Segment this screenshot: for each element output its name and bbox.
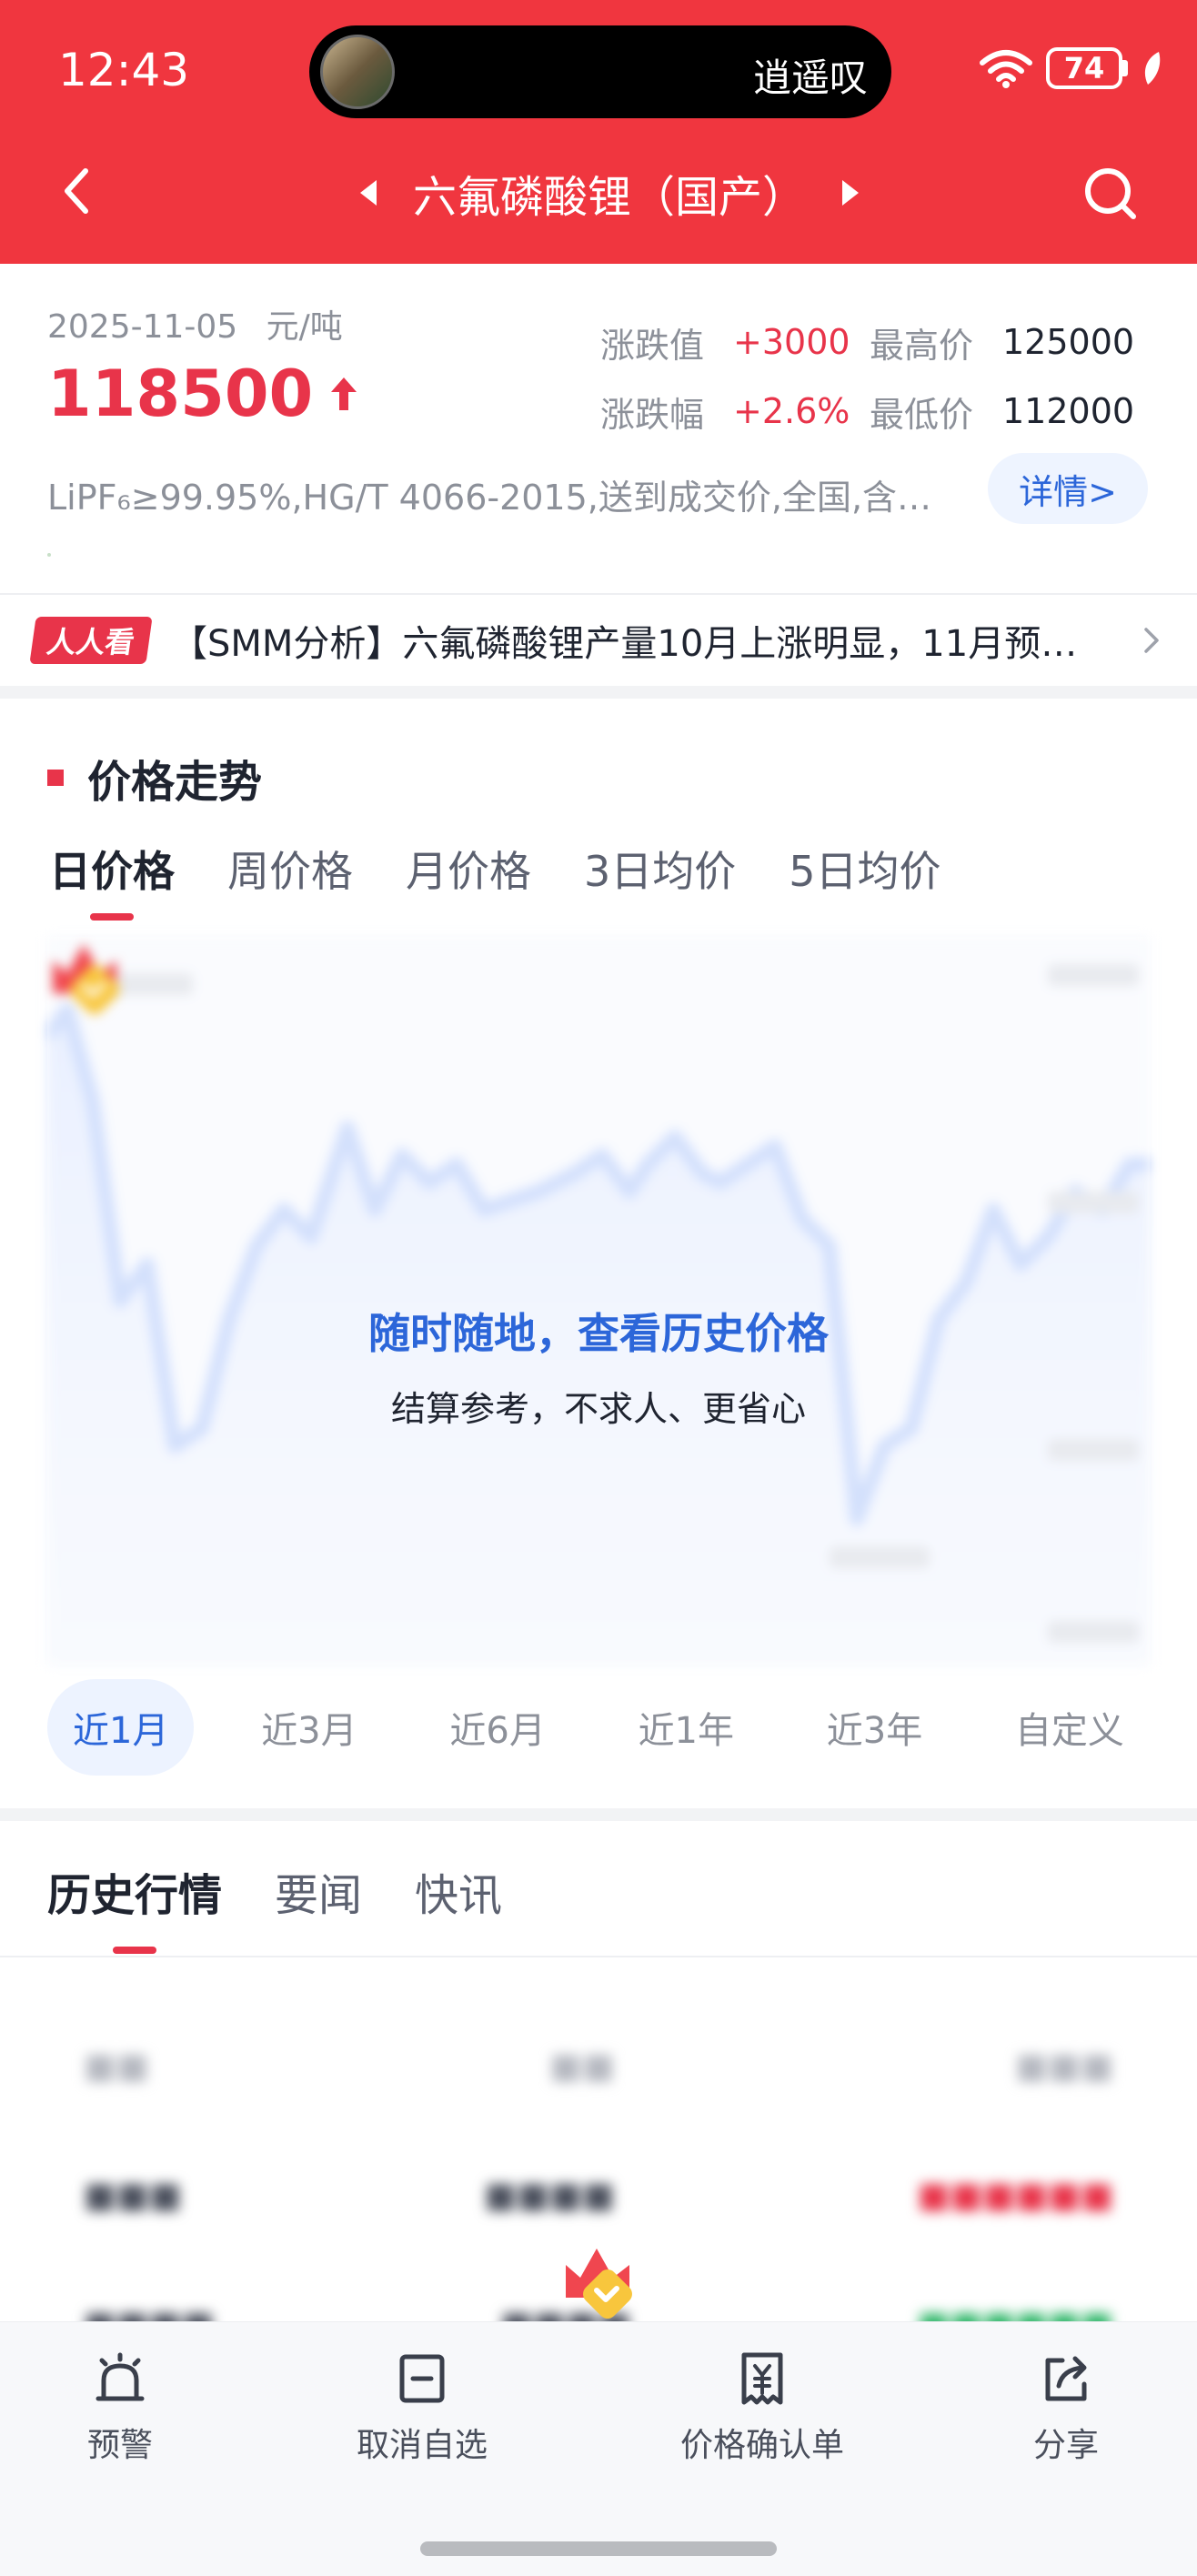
tab-daily-price[interactable]: 日价格 <box>49 839 175 921</box>
ticker-headline[interactable]: 【SMM分析】六氟磷酸锂产量10月上涨明显，11月预… <box>171 614 1126 667</box>
tab-flash[interactable]: 快讯 <box>415 1859 502 1954</box>
share-button[interactable]: 分享 <box>1033 2350 1099 2466</box>
back-icon[interactable] <box>55 164 100 218</box>
history-tabs: 历史行情 要闻 快讯 <box>47 1859 555 1954</box>
range-3m[interactable]: 近3月 <box>236 1679 382 1776</box>
section-marker <box>47 770 64 786</box>
stats-row-1: 涨跌值 +3000 最高价 125000 <box>600 307 1134 377</box>
blur-cell: ■■■■ <box>484 2175 615 2215</box>
range-tabs: 近1月 近3月 近6月 近1年 近3年 自定义 <box>47 1679 1150 1776</box>
alert-button[interactable]: 预警 <box>87 2350 153 2466</box>
leaf-icon <box>1144 52 1161 85</box>
prev-item-icon[interactable] <box>359 180 377 206</box>
status-time: 12:43 <box>58 44 190 96</box>
low-value: 112000 <box>1002 391 1135 431</box>
tab-5day-avg[interactable]: 5日均价 <box>789 839 940 921</box>
change-label: 涨跌值 <box>600 325 705 366</box>
arrow-up-icon <box>331 377 357 410</box>
promo-title[interactable]: 随时随地，查看历史价格 <box>47 1301 1150 1361</box>
news-ticker[interactable]: 人人看 【SMM分析】六氟磷酸锂产量10月上涨明显，11月预… <box>0 595 1197 686</box>
price-confirm-icon <box>741 2352 783 2405</box>
detail-button[interactable]: 详情> <box>988 453 1148 524</box>
trend-header: 价格走势 <box>47 746 262 810</box>
dynamic-island[interactable]: 逍遥叹 <box>309 25 891 118</box>
price-summary: 2025-11-05 元/吨 118500 涨跌值 +3000 最高价 1250… <box>0 264 1197 593</box>
nav-title-switcher: 六氟磷酸锂（国产） <box>327 159 891 226</box>
divider <box>0 1956 1197 1957</box>
page-title: 六氟磷酸锂（国产） <box>412 172 806 223</box>
date-unit-row: 2025-11-05 元/吨 <box>47 300 343 347</box>
chevron-right-icon[interactable] <box>1142 626 1161 655</box>
pct-label: 涨跌幅 <box>600 394 705 435</box>
share-icon <box>1045 2356 1087 2401</box>
vip-crown-icon <box>566 2249 632 2319</box>
remove-watchlist-icon <box>399 2354 445 2403</box>
range-1m[interactable]: 近1月 <box>47 1679 195 1776</box>
music-thumbnail <box>320 35 395 109</box>
promo-subtitle: 结算参考，不求人、更省心 <box>390 1389 806 1429</box>
vip-crown-icon <box>53 944 119 1014</box>
remove-watchlist-button[interactable]: 取消自选 <box>357 2350 488 2466</box>
ticker-badge: 人人看 <box>29 617 153 664</box>
price-stats: 涨跌值 +3000 最高价 125000 涨跌幅 +2.6% 最低价 11200… <box>600 307 1134 446</box>
tab-history[interactable]: 历史行情 <box>47 1859 222 1954</box>
tab-3day-avg[interactable]: 3日均价 <box>584 839 736 921</box>
bottom-action-bar: 预警 取消自选 价格确认单 分享 <box>0 2321 1197 2576</box>
remove-watchlist-label: 取消自选 <box>357 2427 488 2464</box>
battery-indicator: 74 <box>1046 47 1122 89</box>
pct-value: +2.6% <box>733 391 850 431</box>
alert-label: 预警 <box>87 2427 154 2464</box>
blur-cell: ■■ <box>84 2046 149 2086</box>
blur-cell: ■■ <box>549 2046 615 2086</box>
range-6m[interactable]: 近6月 <box>424 1679 570 1776</box>
search-icon[interactable] <box>1081 164 1139 222</box>
price-confirm-label: 价格确认单 <box>680 2427 845 2464</box>
status-indicators: 74 <box>979 45 1164 91</box>
home-indicator[interactable] <box>420 2541 777 2556</box>
change-value: +3000 <box>733 322 850 362</box>
alarm-icon <box>96 2352 145 2401</box>
section-gap <box>0 686 1197 699</box>
battery-tip <box>1122 60 1128 76</box>
decor-dot <box>47 553 51 557</box>
high-value: 125000 <box>1002 322 1135 362</box>
high-label: 最高价 <box>870 325 974 366</box>
blur-cell: ■■■ <box>84 2175 182 2215</box>
locked-chart: 随时随地，查看历史价格 结算参考，不求人、更省心 <box>47 937 1150 1665</box>
table-row: ■■■ ■■■■ ■■■■■■ <box>47 2130 1150 2259</box>
wifi-icon <box>980 50 1032 88</box>
share-label: 分享 <box>1033 2427 1100 2464</box>
price-confirm-button[interactable]: 价格确认单 <box>680 2350 844 2466</box>
price-date: 2025-11-05 <box>47 308 238 346</box>
current-price: 118500 <box>47 357 358 431</box>
range-custom[interactable]: 自定义 <box>990 1679 1150 1776</box>
now-playing-title: 逍遥叹 <box>752 55 868 100</box>
range-3y[interactable]: 近3年 <box>801 1679 948 1776</box>
current-price-value: 118500 <box>47 357 314 431</box>
stats-row-2: 涨跌幅 +2.6% 最低价 112000 <box>600 377 1134 446</box>
blur-cell: ■■■ <box>1015 2046 1113 2086</box>
tab-news[interactable]: 要闻 <box>275 1859 362 1954</box>
tab-monthly-price[interactable]: 月价格 <box>406 839 531 921</box>
table-header: ■■ ■■ ■■■ <box>47 2001 1150 2130</box>
section-gap <box>0 1808 1197 1821</box>
low-label: 最低价 <box>870 394 974 435</box>
product-spec: LiPF₆≥99.95%,HG/T 4066-2015,送到成交价,全国,含… <box>47 478 932 518</box>
range-1y[interactable]: 近1年 <box>613 1679 759 1776</box>
tab-weekly-price[interactable]: 周价格 <box>227 839 353 921</box>
app-header: 12:43 逍遥叹 74 六氟磷酸锂（国产） <box>0 0 1197 264</box>
blur-cell: ■■■■■■ <box>917 2175 1113 2215</box>
trend-title: 价格走势 <box>87 757 263 808</box>
price-unit: 元/吨 <box>266 308 343 346</box>
price-type-tabs: 日价格 周价格 月价格 3日均价 5日均价 <box>49 839 994 921</box>
next-item-icon[interactable] <box>842 180 859 206</box>
